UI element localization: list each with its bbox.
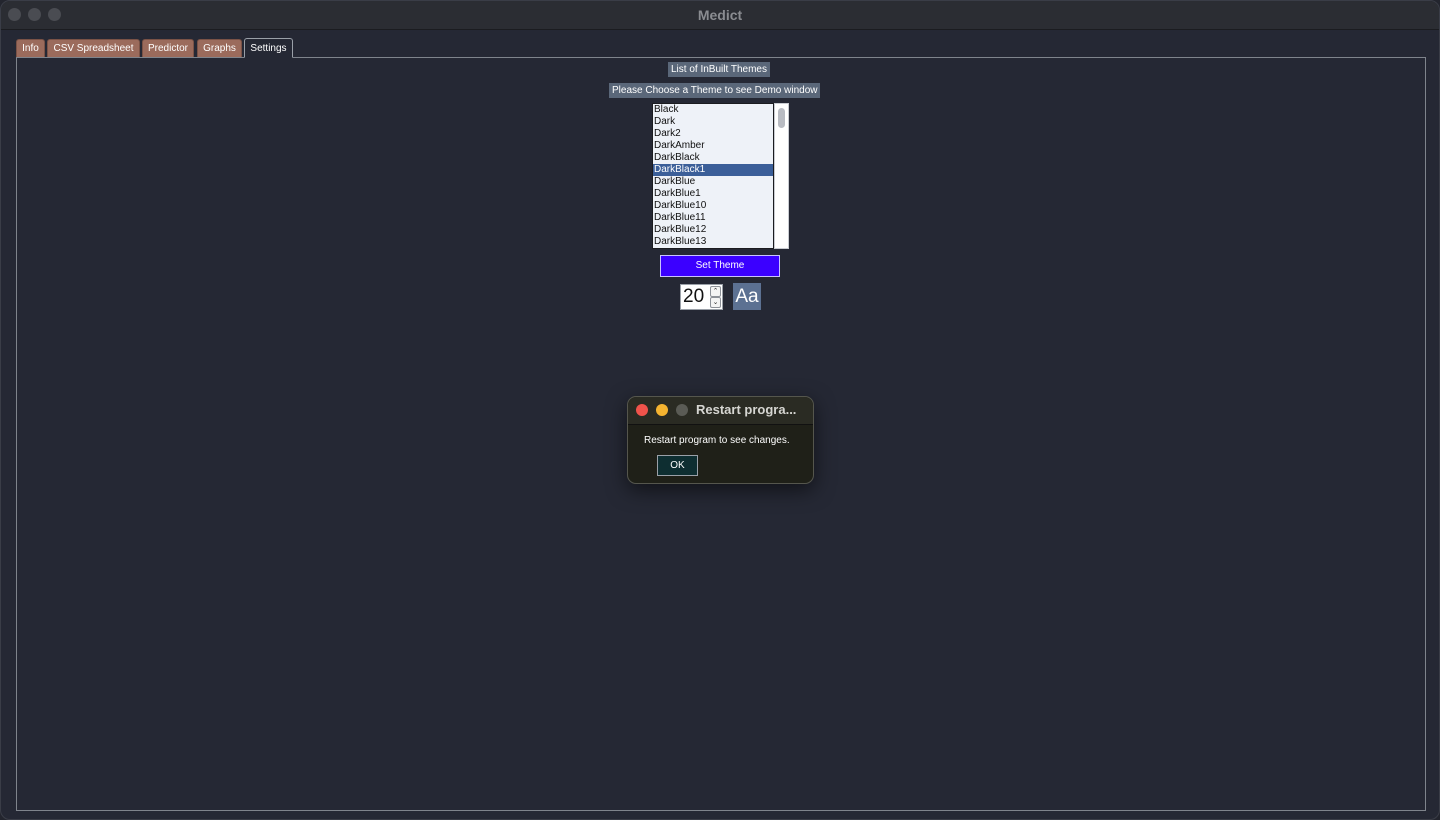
list-item[interactable]: Black [653, 104, 773, 116]
theme-listbox[interactable]: Black Dark Dark2 DarkAmber DarkBlack Dar… [652, 103, 774, 249]
list-item[interactable]: DarkAmber [653, 140, 773, 152]
list-item[interactable]: DarkBlue12 [653, 224, 773, 236]
choose-theme-prompt: Please Choose a Theme to see Demo window [609, 83, 821, 98]
tab-info[interactable]: Info [16, 39, 45, 57]
font-size-value[interactable]: 20 [683, 286, 704, 308]
tab-graphs[interactable]: Graphs [197, 39, 242, 57]
tab-settings[interactable]: Settings [244, 38, 293, 58]
list-item[interactable]: DarkBlue10 [653, 200, 773, 212]
restart-dialog: Restart progra... Restart program to see… [627, 396, 814, 484]
dialog-title-bar: Restart progra... [628, 397, 813, 425]
spin-up-icon[interactable]: ⌃ [710, 286, 721, 297]
list-item[interactable]: Dark2 [653, 128, 773, 140]
list-item[interactable]: DarkBlue13 [653, 236, 773, 248]
font-size-spinbox[interactable]: 20 ⌃ ⌄ [680, 284, 723, 310]
dialog-close-button[interactable] [636, 404, 648, 416]
themes-heading: List of InBuilt Themes [668, 62, 770, 77]
ok-button[interactable]: OK [657, 455, 698, 476]
list-item[interactable]: DarkBlue [653, 176, 773, 188]
dialog-zoom-button [676, 404, 688, 416]
dialog-minimize-button[interactable] [656, 404, 668, 416]
window-title: Medict [697, 7, 743, 23]
list-item[interactable]: DarkBlack [653, 152, 773, 164]
dialog-message: Restart program to see changes. [644, 435, 790, 446]
tab-csv-spreadsheet[interactable]: CSV Spreadsheet [47, 39, 140, 57]
list-item[interactable]: DarkBlack1 [653, 164, 773, 176]
scrollbar-thumb[interactable] [778, 108, 785, 128]
theme-list-scrollbar[interactable] [774, 103, 789, 249]
dialog-title: Restart progra... [696, 402, 797, 417]
title-bar: Medict [1, 1, 1439, 30]
list-item[interactable]: DarkBlue11 [653, 212, 773, 224]
set-theme-button[interactable]: Set Theme [660, 255, 780, 277]
list-item[interactable]: DarkBlue1 [653, 188, 773, 200]
app-window: Medict Info CSV Spreadsheet Predictor Gr… [0, 0, 1440, 820]
tab-predictor[interactable]: Predictor [142, 39, 194, 57]
font-size-button[interactable]: Aa [733, 283, 761, 310]
list-item[interactable]: Dark [653, 116, 773, 128]
spin-down-icon[interactable]: ⌄ [710, 297, 721, 308]
